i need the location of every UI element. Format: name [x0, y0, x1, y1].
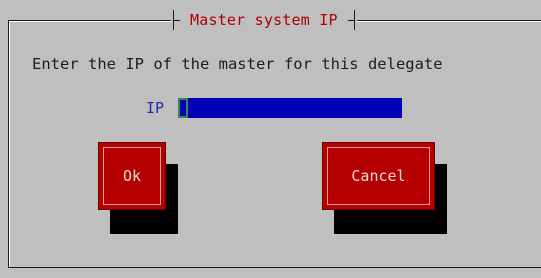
title-right-tick	[347, 10, 355, 30]
ok-button-label: Ok	[122, 167, 142, 185]
dialog-prompt: Enter the IP of the master for this dele…	[32, 55, 443, 73]
dialog-title-bar: Master system IP	[171, 9, 357, 31]
ip-label: IP	[146, 99, 165, 117]
cancel-button-label: Cancel	[351, 167, 406, 185]
ok-button[interactable]: Ok	[98, 142, 166, 210]
dialog-title: Master system IP	[190, 11, 338, 29]
ip-input[interactable]	[178, 98, 402, 118]
text-cursor	[178, 98, 188, 118]
cancel-button[interactable]: Cancel	[322, 142, 435, 210]
title-left-tick	[173, 10, 180, 30]
master-ip-dialog: Master system IP Enter the IP of the mas…	[0, 0, 541, 278]
